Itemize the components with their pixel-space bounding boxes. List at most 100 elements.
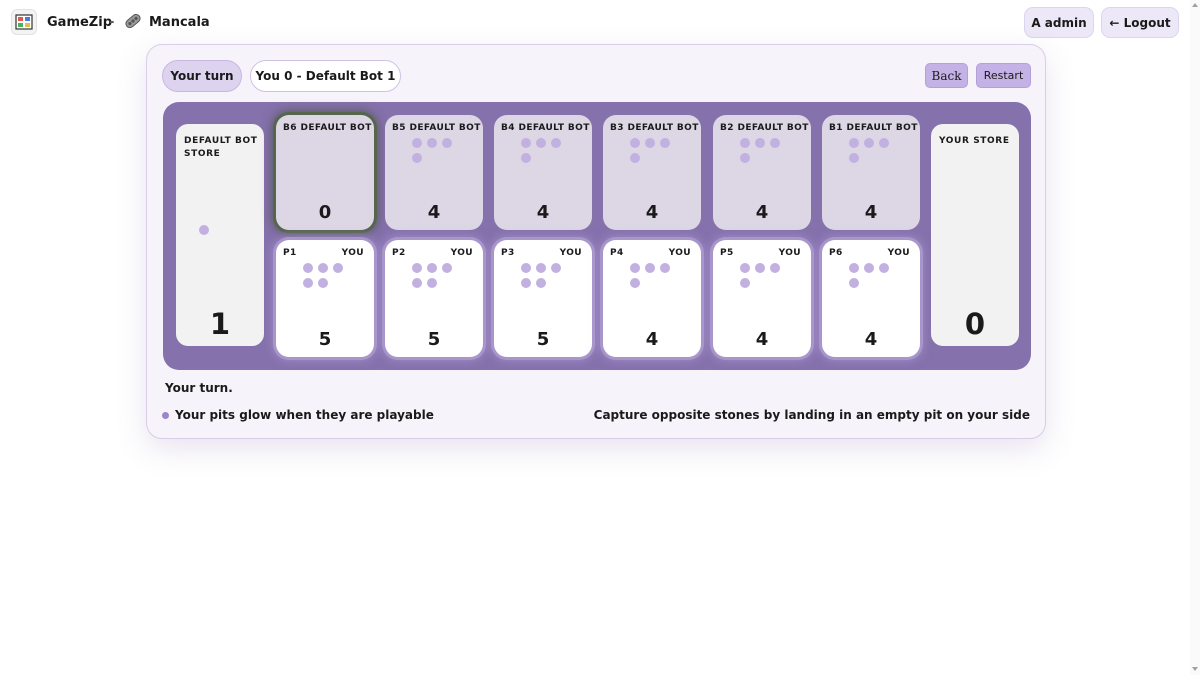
pit-count: 5: [427, 329, 441, 350]
pit-count: 5: [536, 329, 550, 350]
stone: [303, 278, 313, 288]
restart-button[interactable]: Restart: [976, 63, 1031, 88]
bot-store: DEFAULT BOT STORE 1: [176, 124, 264, 346]
pit-owner: YOU: [778, 248, 801, 258]
pit-owner: YOU: [341, 248, 364, 258]
pit-count: 5: [318, 329, 332, 350]
stone: [630, 278, 640, 288]
logout-button[interactable]: ← Logout: [1101, 7, 1179, 38]
game-status: Your turn.: [165, 381, 233, 395]
pit-p6[interactable]: P6 YOU 4: [822, 240, 920, 357]
page-scrollbar[interactable]: [1190, 0, 1200, 675]
your-store-label: YOUR STORE: [939, 136, 1010, 146]
pit-count: 4: [755, 202, 769, 223]
stone: [849, 278, 859, 288]
pit-b4: B4 DEFAULT BOT 4: [494, 115, 592, 230]
pit-p3[interactable]: P3 YOU 5: [494, 240, 592, 357]
pit-owner: YOU: [559, 248, 582, 258]
stone: [333, 263, 343, 273]
pit-count: 4: [645, 202, 659, 223]
stone: [849, 153, 859, 163]
hint-dot-icon: [162, 411, 169, 419]
playable-hint-text: Your pits glow when they are playable: [175, 408, 434, 422]
stone: [412, 153, 422, 163]
pit-owner: YOU: [668, 248, 691, 258]
pit-owner: YOU: [450, 248, 473, 258]
your-store: YOUR STORE 0: [931, 124, 1019, 346]
pit-label: P4: [610, 248, 624, 258]
pit-stones: [630, 263, 680, 288]
scroll-up-arrow-icon[interactable]: [1192, 3, 1198, 7]
capture-hint: Capture opposite stones by landing in an…: [593, 408, 1030, 422]
pit-label: B6 DEFAULT BOT: [283, 123, 372, 133]
pit-label: B1 DEFAULT BOT: [829, 123, 918, 133]
app-name[interactable]: GameZip: [47, 15, 112, 30]
stone: [412, 138, 422, 148]
pit-stones: [849, 263, 899, 288]
gamezip-logo-icon[interactable]: [11, 9, 37, 35]
stone: [551, 263, 561, 273]
stone: [521, 153, 531, 163]
stone: [536, 278, 546, 288]
playable-hint: Your pits glow when they are playable: [162, 408, 434, 422]
stone: [199, 225, 209, 235]
stone: [740, 278, 750, 288]
pit-label: B2 DEFAULT BOT: [720, 123, 809, 133]
pit-stones: [740, 263, 790, 288]
user-menu-button[interactable]: A admin: [1024, 7, 1094, 38]
stone: [645, 263, 655, 273]
stone: [536, 138, 546, 148]
stone: [303, 263, 313, 273]
stone: [427, 278, 437, 288]
stone: [849, 138, 859, 148]
pit-p4[interactable]: P4 YOU 4: [603, 240, 701, 357]
pit-p1[interactable]: P1 YOU 5: [276, 240, 374, 357]
pit-label: P5: [720, 248, 734, 258]
scroll-down-arrow-icon[interactable]: [1192, 667, 1198, 671]
bot-store-label: DEFAULT BOT STORE: [184, 136, 258, 159]
stone: [521, 263, 531, 273]
game-card: Your turn You 0 - Default Bot 1 Back Res…: [146, 44, 1046, 439]
pit-p5[interactable]: P5 YOU 4: [713, 240, 811, 357]
game-name: Mancala: [149, 15, 210, 30]
pit-label: P3: [501, 248, 515, 258]
back-button[interactable]: Back: [925, 63, 968, 88]
stone: [412, 263, 422, 273]
pit-owner: YOU: [887, 248, 910, 258]
stone: [442, 138, 452, 148]
stone: [536, 263, 546, 273]
turn-indicator: Your turn: [162, 60, 242, 92]
pit-count: 4: [427, 202, 441, 223]
pit-b2: B2 DEFAULT BOT 4: [713, 115, 811, 230]
stone: [630, 263, 640, 273]
stone: [318, 278, 328, 288]
stone: [521, 278, 531, 288]
stone: [427, 263, 437, 273]
pit-label: P1: [283, 248, 297, 258]
stone: [318, 263, 328, 273]
pit-stones: [412, 263, 462, 288]
stone: [660, 263, 670, 273]
your-store-count: 0: [964, 307, 986, 341]
bot-store-count: 1: [209, 307, 231, 341]
score-display: You 0 - Default Bot 1: [250, 60, 401, 92]
pit-b5: B5 DEFAULT BOT 4: [385, 115, 483, 230]
stone: [864, 138, 874, 148]
pit-p2[interactable]: P2 YOU 5: [385, 240, 483, 357]
app-header: GameZip - Mancala A admin ← Logout: [0, 0, 1200, 45]
pit-stones: [521, 263, 571, 288]
stone: [412, 278, 422, 288]
stone: [630, 153, 640, 163]
pit-stones: [412, 138, 462, 163]
pit-label: B5 DEFAULT BOT: [392, 123, 481, 133]
stone: [770, 138, 780, 148]
pit-stones: [849, 138, 899, 163]
pit-label: B3 DEFAULT BOT: [610, 123, 699, 133]
stone: [755, 263, 765, 273]
bot-store-stones: [199, 225, 249, 235]
stone: [770, 263, 780, 273]
pit-b6: B6 DEFAULT BOT 0: [276, 115, 374, 230]
stone: [864, 263, 874, 273]
pit-stones: [740, 138, 790, 163]
stone: [755, 138, 765, 148]
